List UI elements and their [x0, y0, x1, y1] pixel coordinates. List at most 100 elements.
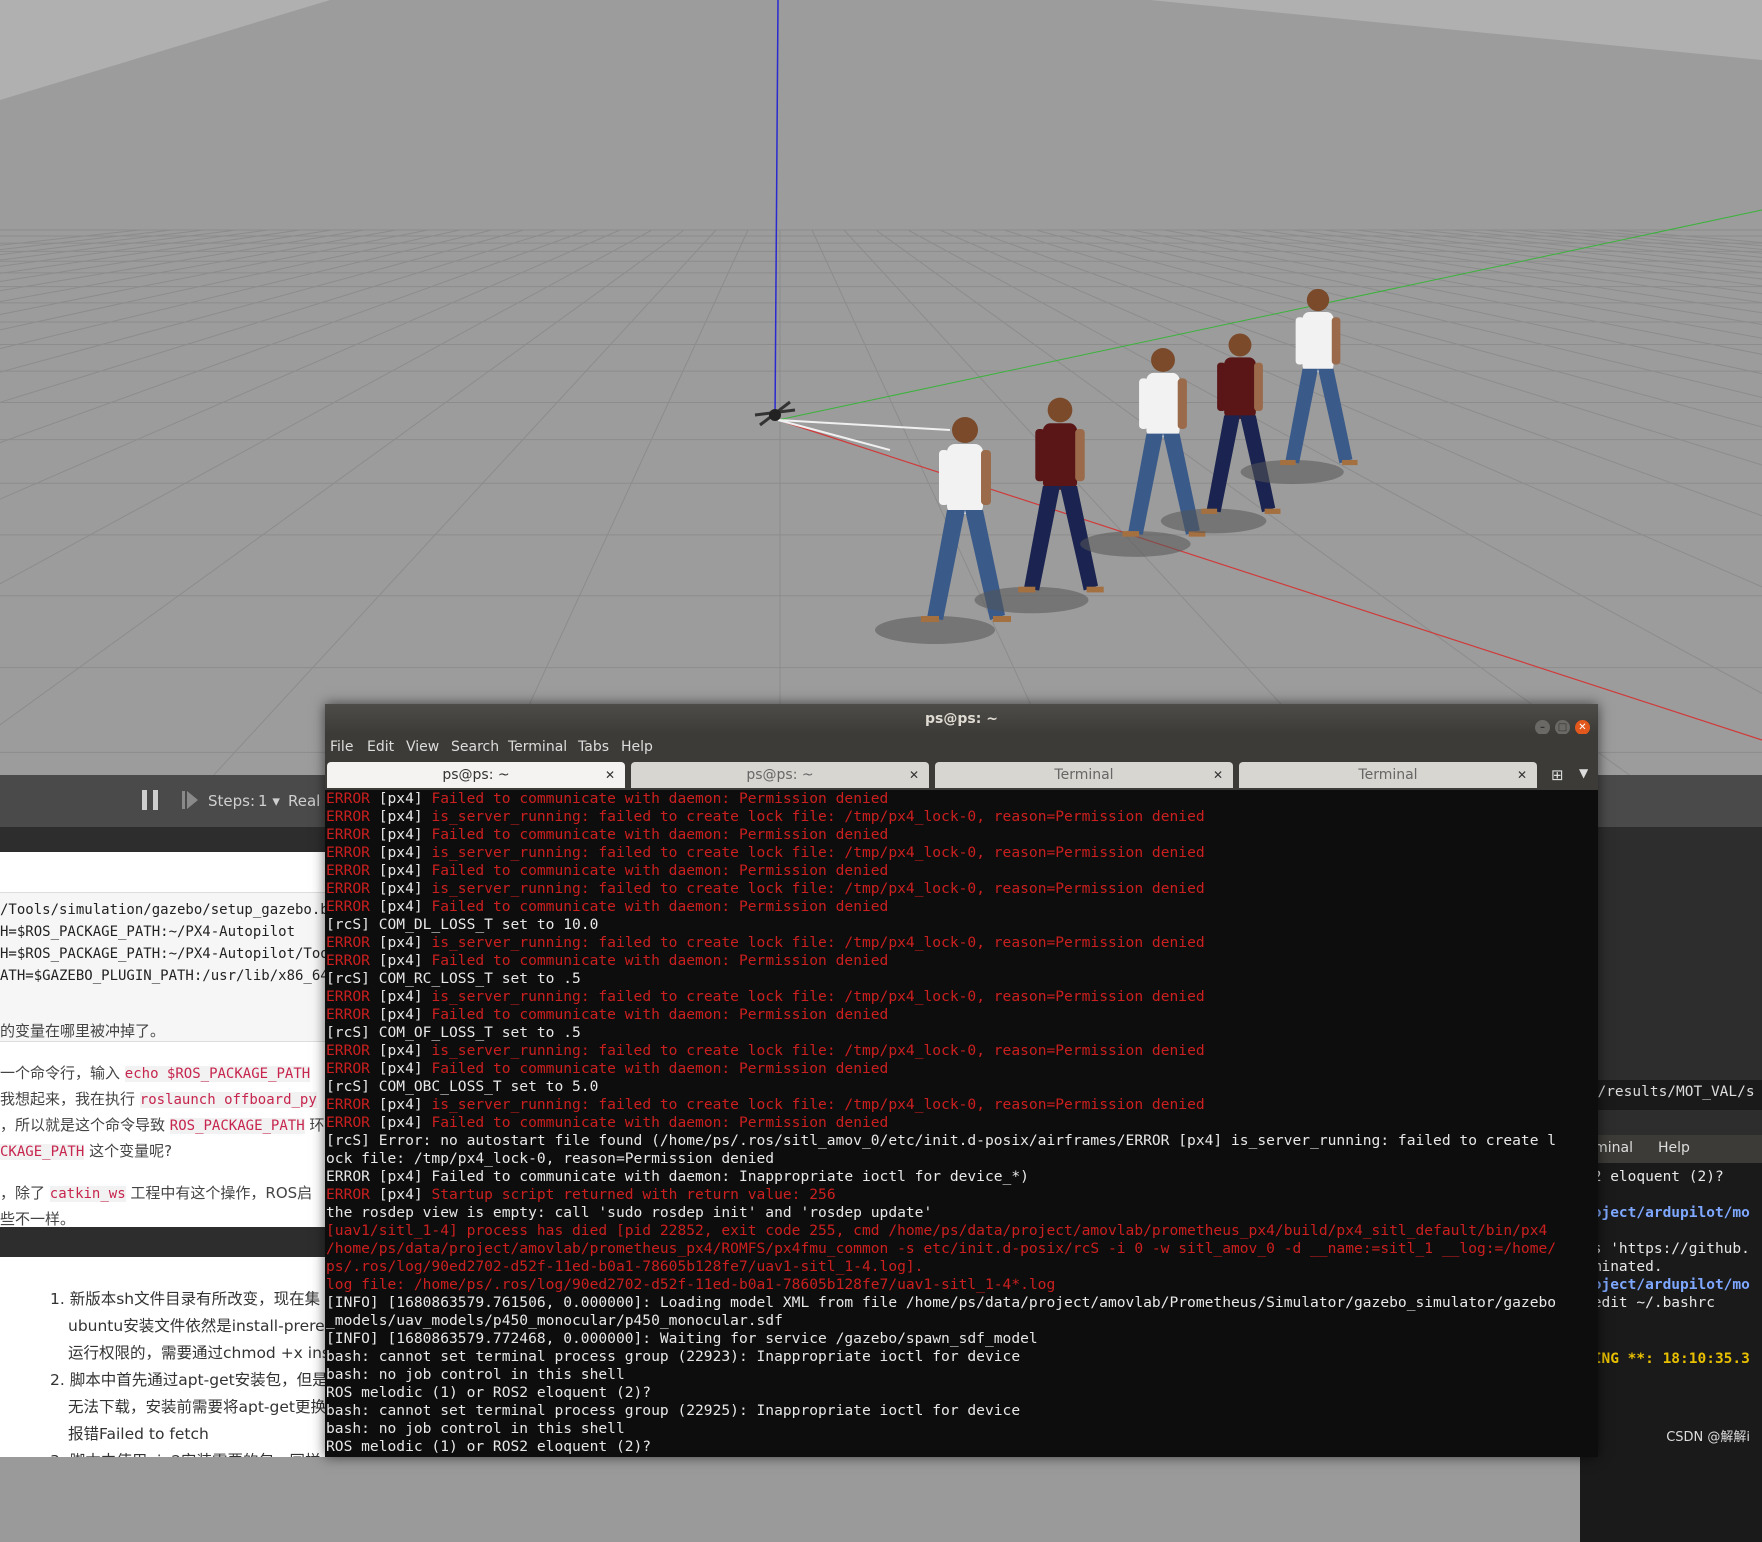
terminal-tabbar: ps@ps: ~ ✕ ps@ps: ~ ✕ Terminal ✕ Terminal ✕ … — [325, 760, 1598, 790]
terminal-line: bash: no job control in this shell — [326, 1366, 625, 1383]
steps-label: Steps: — [208, 792, 256, 810]
tab-3[interactable]: Terminal ✕ — [935, 762, 1233, 788]
steps-value[interactable]: 1 ▾ — [258, 792, 280, 810]
terminal-output[interactable]: ERROR [px4] Failed to communicate with d… — [325, 790, 1599, 1457]
terminal-line: the rosdep view is empty: call 'sudo ros… — [326, 1204, 933, 1221]
terminal-line: ERROR [px4] Failed to communicate with d… — [326, 862, 889, 879]
bg-terminal-strip: RT/results/MOT_VAL/s — [1580, 1080, 1762, 1110]
terminal-line: [rcS] COM_RC_LOSS_T set to .5 — [326, 970, 581, 987]
real-time-label: Real — [288, 792, 321, 810]
code-line: /Tools/simulation/gazebo/setup_gazebo.b — [0, 902, 329, 918]
tab-2[interactable]: ps@ps: ~ ✕ — [631, 762, 929, 788]
terminal-line: ERROR [px4] Failed to communicate with d… — [326, 1006, 889, 1023]
terminal-line: [rcS] COM_DL_LOSS_T set to 10.0 — [326, 916, 599, 933]
right-terminal-menu: erminal Help — [1580, 1135, 1762, 1163]
close-icon[interactable]: ✕ — [1575, 720, 1590, 735]
list-item: 2. 脚本中首先通过apt-get安装包，但是 — [50, 1371, 328, 1389]
window-title: ps@ps: ~ — [925, 711, 998, 727]
terminal-line: ock file: /tmp/px4_lock-0, reason=Permis… — [326, 1150, 775, 1167]
terminal-line: ERROR [px4] is_server_running: failed to… — [326, 934, 1205, 951]
paragraph: ，所以就是这个命令导致 ROS_PACKAGE_PATH 环 — [0, 1116, 325, 1134]
list-item: 3. 脚本中使用pip2安装需要的包，同样 — [50, 1449, 321, 1457]
terminal-line: bash: no job control in this shell — [326, 1420, 625, 1437]
paragraph: 些不一样。 — [0, 1210, 76, 1228]
terminal-line: [INFO] [1680863579.772468, 0.000000]: Wa… — [326, 1330, 1038, 1347]
terminal-line: /home/ps/data/project/amovlab/prometheus… — [326, 1240, 1557, 1257]
terminal-line: [INFO] [1680863579.761506, 0.000000]: Lo… — [326, 1294, 1557, 1311]
tab-close-icon[interactable]: ✕ — [909, 762, 919, 788]
list-item: 报错Failed to fetch — [68, 1425, 209, 1443]
step-icon[interactable] — [182, 791, 198, 809]
terminal-line: _models/uav_models/p450_monocular/p450_m… — [326, 1312, 783, 1329]
menu-file[interactable]: File — [330, 739, 353, 755]
rt-line: S2 eloquent (2)? — [1584, 1169, 1724, 1185]
terminal-menubar: File Edit View Search Terminal Tabs Help — [325, 734, 1598, 760]
terminal-titlebar[interactable]: ps@ps: ~ – □ ✕ — [325, 704, 1598, 735]
terminal-line: ERROR [px4] Failed to communicate with d… — [326, 1168, 1029, 1185]
list-item: 1. 新版本sh文件目录有所改变，现在集 — [50, 1290, 321, 1308]
code-line: H=$ROS_PACKAGE_PATH:~/PX4-Autopilot — [0, 924, 296, 940]
paragraph: CKAGE_PATH 这个变量呢? — [0, 1142, 173, 1160]
terminal-line: ERROR [px4] is_server_running: failed to… — [326, 988, 1205, 1005]
terminal-line: ERROR [px4] Failed to communicate with d… — [326, 826, 889, 843]
terminal-line: ERROR [px4] Failed to communicate with d… — [326, 952, 889, 969]
bg-terminal-line: RT/results/MOT_VAL/s — [1580, 1084, 1755, 1100]
terminal-line: ERROR [px4] Failed to communicate with d… — [326, 898, 889, 915]
menu-terminal[interactable]: Terminal — [508, 739, 567, 755]
terminal-line: ERROR [px4] is_server_running: failed to… — [326, 808, 1205, 825]
menu-view[interactable]: View — [406, 739, 439, 755]
terminal-line: ROS melodic (1) or ROS2 eloquent (2)? — [326, 1384, 652, 1401]
terminal-line: ERROR [px4] Failed to communicate with d… — [326, 790, 889, 807]
right-terminal[interactable]: erminal Help S2 eloquent (2)? roject/ard… — [1580, 1135, 1762, 1542]
code-line: H=$ROS_PACKAGE_PATH:~/PX4-Autopilot/Too — [0, 946, 329, 962]
list-item: ubuntu安装文件依然是install-prere — [68, 1317, 325, 1335]
terminal-line: [rcS] Error: no autostart file found (/h… — [326, 1132, 1557, 1149]
terminal-line: ERROR [px4] Failed to communicate with d… — [326, 1060, 889, 1077]
paragraph: 的变量在哪里被冲掉了。 — [0, 1022, 166, 1040]
menu-tabs[interactable]: Tabs — [578, 739, 609, 755]
rt-line: roject/ardupilot/mo — [1584, 1205, 1750, 1221]
pause-icon[interactable] — [142, 790, 160, 810]
maximize-icon[interactable]: □ — [1555, 720, 1570, 735]
menu-edit[interactable]: Edit — [367, 739, 394, 755]
rt-line: roject/ardupilot/mo — [1584, 1277, 1750, 1293]
code-line: ATH=$GAZEBO_PLUGIN_PATH:/usr/lib/x86_64 — [0, 968, 329, 984]
tab-1[interactable]: ps@ps: ~ ✕ — [327, 762, 625, 788]
rt-line: ss 'https://github. — [1584, 1241, 1750, 1257]
tab-close-icon[interactable]: ✕ — [1213, 762, 1223, 788]
terminal-line: [rcS] COM_OBC_LOSS_T set to 5.0 — [326, 1078, 599, 1095]
terminal-line: [rcS] COM_OF_LOSS_T set to .5 — [326, 1024, 581, 1041]
blog-article: /Tools/simulation/gazebo/setup_gazebo.b … — [0, 852, 330, 1457]
terminal-line: ERROR [px4] is_server_running: failed to… — [326, 844, 1205, 861]
menu-help[interactable]: Help — [1658, 1140, 1690, 1156]
terminal-line: [uav1/sitl_1-4] process has died [pid 22… — [326, 1222, 1548, 1239]
tab-4[interactable]: Terminal ✕ — [1239, 762, 1537, 788]
menu-help[interactable]: Help — [621, 739, 653, 755]
menu-search[interactable]: Search — [451, 739, 499, 755]
paragraph: 我想起来，我在执行 roslaunch offboard_py — [0, 1090, 317, 1108]
watermark: CSDN @解解i — [1666, 1430, 1750, 1445]
terminal-line: ps/.ros/log/90ed2702-d52f-11ed-b0a1-7860… — [326, 1258, 924, 1275]
terminal-line: ERROR [px4] Failed to communicate with d… — [326, 1114, 889, 1131]
terminal-line: ERROR [px4] Startup script returned with… — [326, 1186, 836, 1203]
rt-line: gedit ~/.bashrc — [1584, 1295, 1715, 1311]
minimize-icon[interactable]: – — [1535, 720, 1550, 735]
terminal-window[interactable]: ps@ps: ~ – □ ✕ File Edit View Search Termi… — [325, 704, 1598, 1457]
paragraph: 一个命令行，输入 echo $ROS_PACKAGE_PATH — [0, 1064, 311, 1082]
rt-line: NING **: 18:10:35.3 — [1584, 1351, 1750, 1367]
terminal-line: ERROR [px4] is_server_running: failed to… — [326, 880, 1205, 897]
terminal-line: bash: cannot set terminal process group … — [326, 1402, 1021, 1419]
terminal-line: ERROR [px4] is_server_running: failed to… — [326, 1042, 1205, 1059]
tab-close-icon[interactable]: ✕ — [1517, 762, 1527, 788]
terminal-line: bash: cannot set terminal process group … — [326, 1348, 1021, 1365]
new-tab-icon[interactable]: ⊞ — [1551, 766, 1564, 784]
list-item: 无法下载，安装前需要将apt-get更换 — [68, 1398, 326, 1416]
terminal-line: log file: /home/ps/.ros/log/90ed2702-d52… — [326, 1276, 1056, 1293]
tab-close-icon[interactable]: ✕ — [605, 762, 615, 788]
divider — [0, 1227, 330, 1257]
terminal-line: ERROR [px4] is_server_running: failed to… — [326, 1096, 1205, 1113]
tab-menu-chevron-icon[interactable]: ▼ — [1579, 766, 1588, 780]
terminal-line: ROS melodic (1) or ROS2 eloquent (2)? — [326, 1438, 652, 1455]
list-item: 运行权限的，需要通过chmod +x ins — [68, 1344, 330, 1362]
paragraph: ，除了 catkin_ws 工程中有这个操作，ROS启 — [0, 1184, 313, 1202]
